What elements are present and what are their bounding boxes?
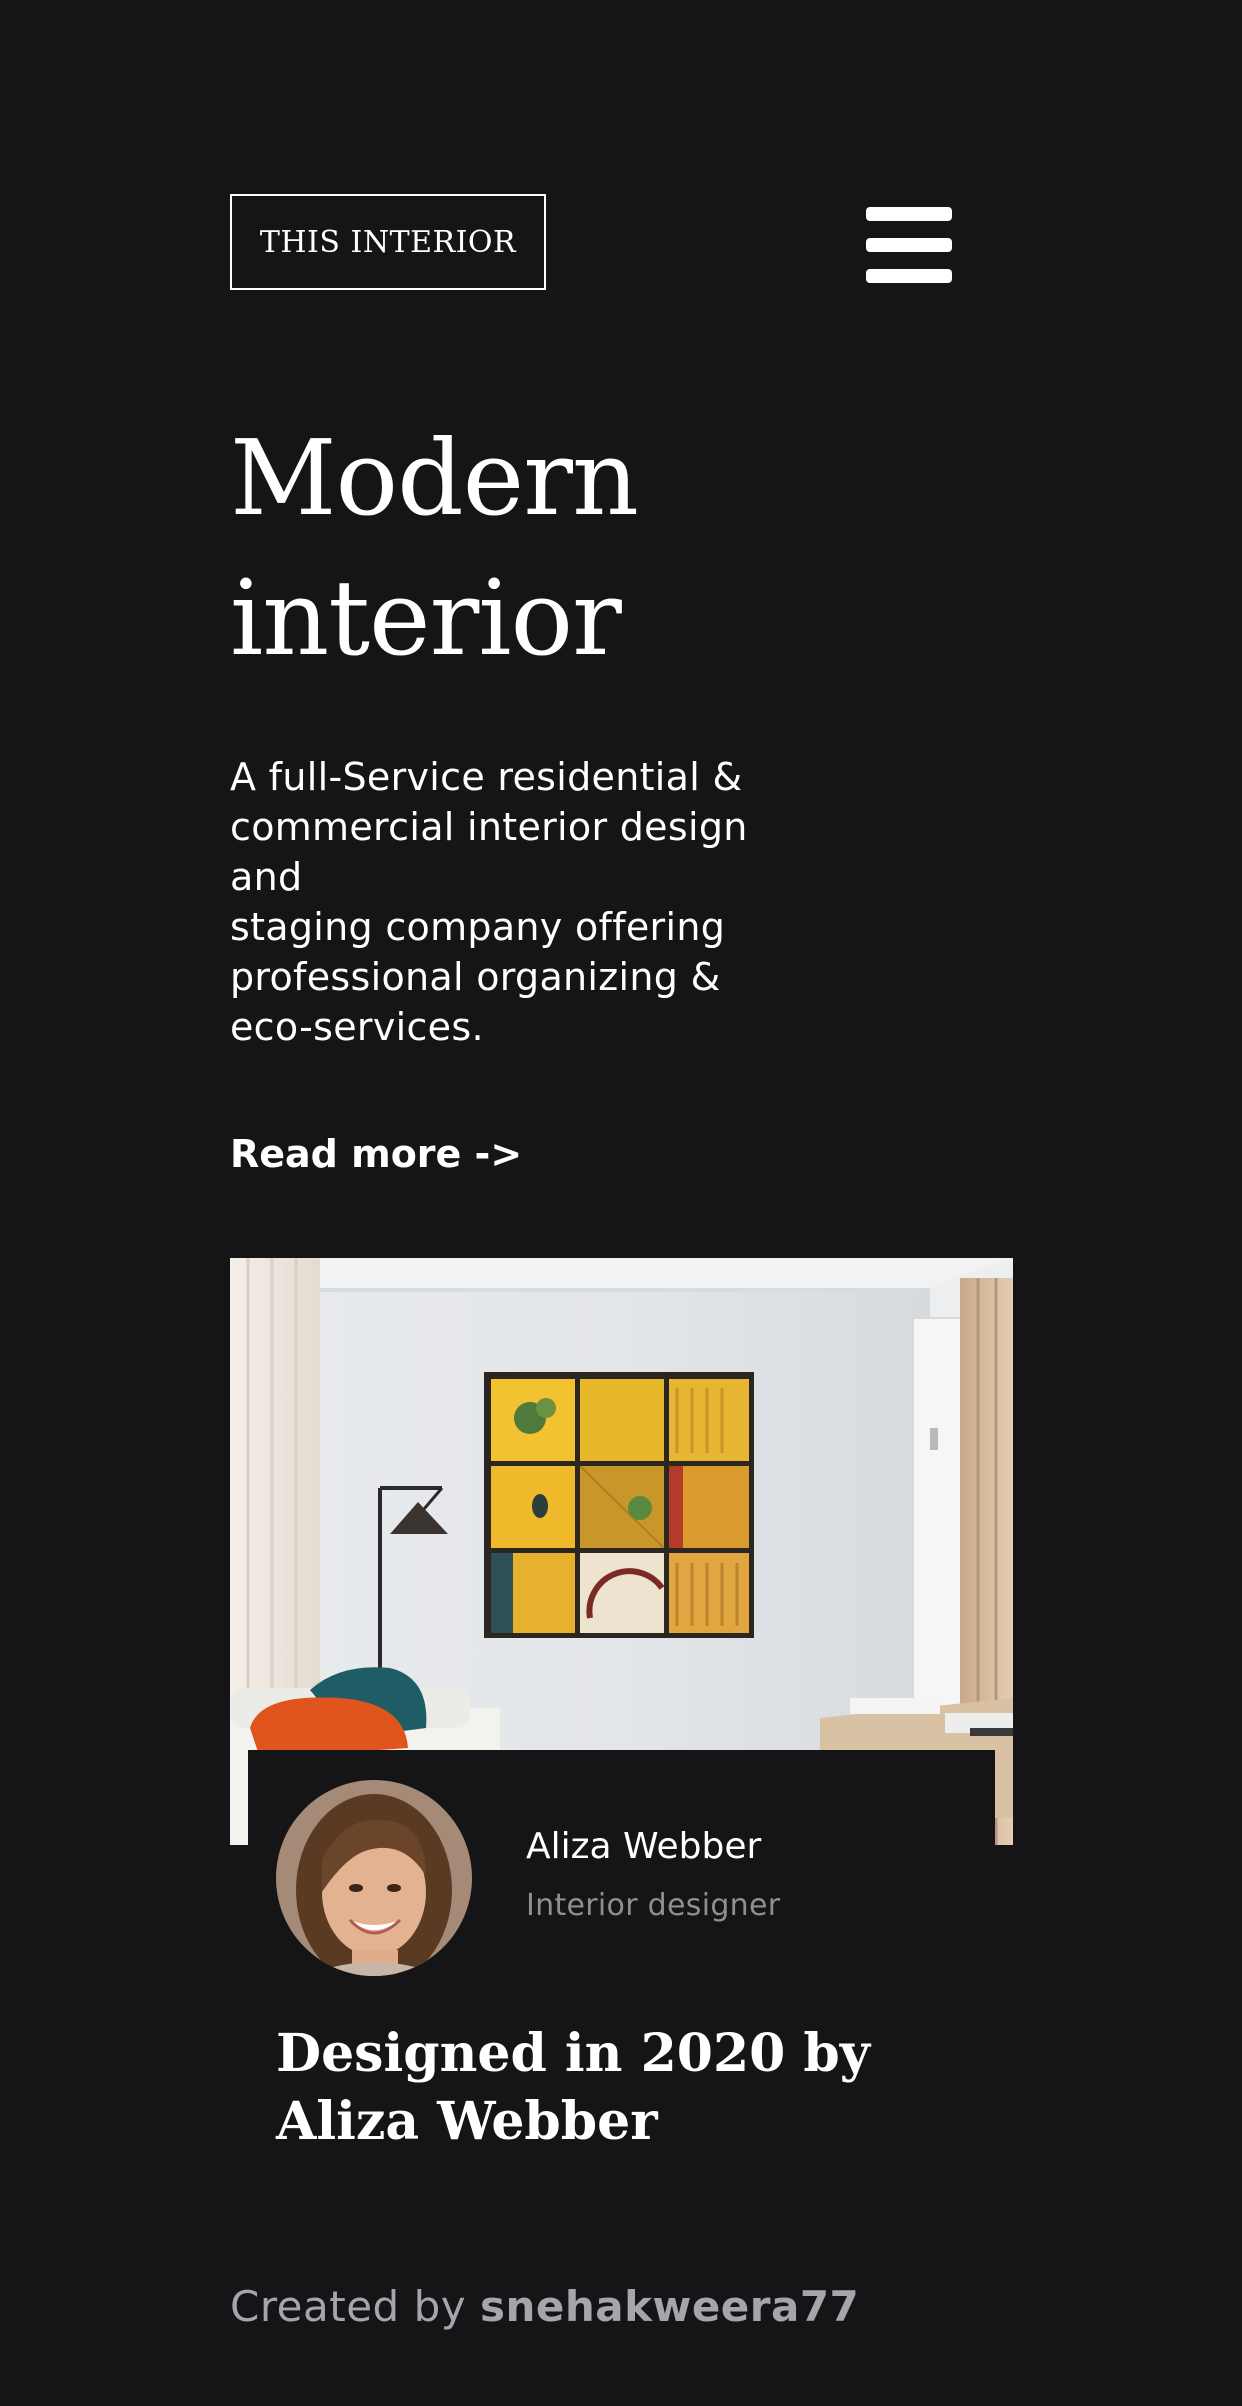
description-line: commercial interior design <box>230 805 748 849</box>
description-line: eco-services. <box>230 1005 484 1049</box>
avatar[interactable] <box>276 1780 472 1976</box>
caption-line: Designed in 2020 by <box>276 2023 870 2084</box>
menu-bar-top <box>866 207 952 221</box>
caption-line: Aliza Webber <box>276 2091 658 2152</box>
designer-name: Aliza Webber <box>526 1826 762 1867</box>
description-line: professional organizing & <box>230 955 721 999</box>
description-line: and <box>230 855 303 899</box>
hero-description: A full-Service residential & commercial … <box>230 752 870 1052</box>
designer-card: Aliza Webber Interior designer Designed … <box>248 1750 995 2190</box>
hamburger-menu-icon[interactable] <box>866 207 952 283</box>
hero-title-line: Modern <box>230 417 639 539</box>
read-more-link[interactable]: Read more -> <box>230 1126 522 1182</box>
footer-prefix: Created by <box>230 2282 467 2331</box>
hero-title: Modern interior <box>230 408 930 688</box>
hero-title-line: interior <box>230 557 622 679</box>
footer-credit: Created by snehakweera77 <box>230 2282 859 2331</box>
menu-bar-middle <box>866 238 952 252</box>
designer-role: Interior designer <box>526 1888 781 1923</box>
menu-bar-bottom <box>866 269 952 283</box>
site-header: THIS INTERIOR <box>230 194 952 294</box>
avatar-portrait <box>276 1780 472 1976</box>
footer-author-link[interactable]: snehakweera77 <box>480 2282 859 2331</box>
description-line: staging company offering <box>230 905 726 949</box>
logo[interactable]: THIS INTERIOR <box>230 194 546 290</box>
description-line: A full-Service residential & <box>230 755 743 799</box>
card-caption: Designed in 2020 by Aliza Webber <box>276 2020 976 2156</box>
